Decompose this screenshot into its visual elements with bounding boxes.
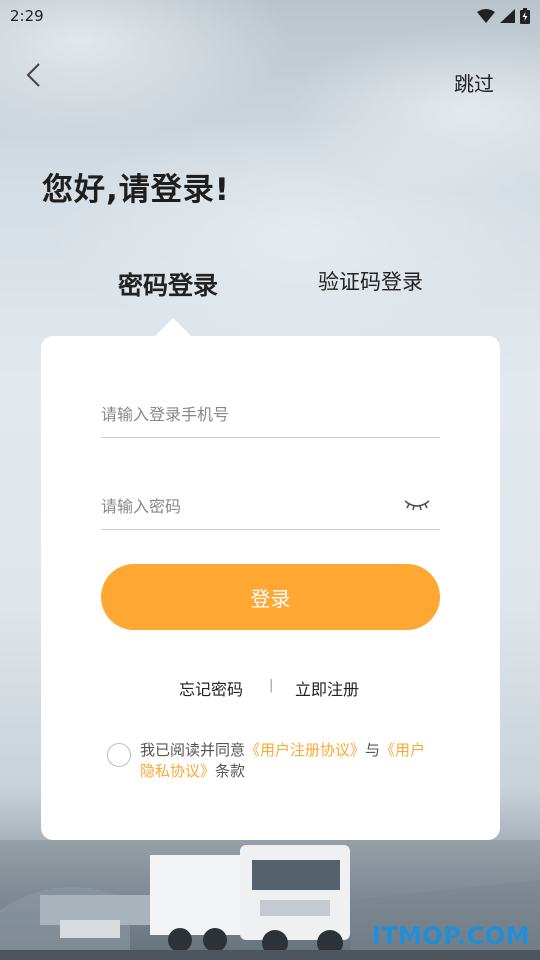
agreement-prefix: 我已阅读并同意: [140, 741, 246, 759]
eye-closed-icon[interactable]: [404, 496, 430, 514]
password-field: [101, 484, 440, 530]
status-icons: [477, 8, 530, 24]
agreement-text: 我已阅读并同意《用户注册协议》与《用户隐私协议》条款: [140, 740, 440, 782]
user-agreement-link[interactable]: 《用户注册协议》: [245, 741, 365, 759]
tab-indicator: [155, 318, 191, 336]
phone-input[interactable]: [101, 392, 391, 436]
watermark: ITMOP.COM: [371, 922, 530, 950]
status-bar: 2:29: [0, 0, 540, 32]
password-input[interactable]: [101, 484, 391, 528]
agreement-connector: 与: [365, 741, 381, 759]
forgot-password-link[interactable]: 忘记密码: [179, 676, 243, 700]
agreement-suffix: 条款: [215, 762, 246, 780]
back-button[interactable]: [22, 60, 46, 90]
register-link[interactable]: 立即注册: [295, 676, 359, 700]
wifi-icon: [477, 9, 495, 23]
skip-button[interactable]: 跳过: [454, 68, 494, 97]
status-time: 2:29: [10, 7, 44, 25]
login-card: 登录 忘记密码 | 立即注册 我已阅读并同意《用户注册协议》与《用户隐私协议》条…: [41, 336, 500, 840]
login-button[interactable]: 登录: [101, 564, 440, 630]
links-divider: |: [269, 678, 274, 693]
agreement-checkbox[interactable]: [107, 743, 131, 767]
battery-icon: [520, 8, 530, 24]
chevron-left-icon: [26, 63, 40, 87]
signal-icon: [500, 9, 515, 23]
links-row: 忘记密码 | 立即注册: [41, 676, 500, 700]
tab-code-login[interactable]: 验证码登录: [318, 266, 423, 296]
phone-field: [101, 392, 440, 438]
page-title: 您好,请登录!: [42, 172, 230, 208]
tab-password-login[interactable]: 密码登录: [118, 266, 218, 302]
